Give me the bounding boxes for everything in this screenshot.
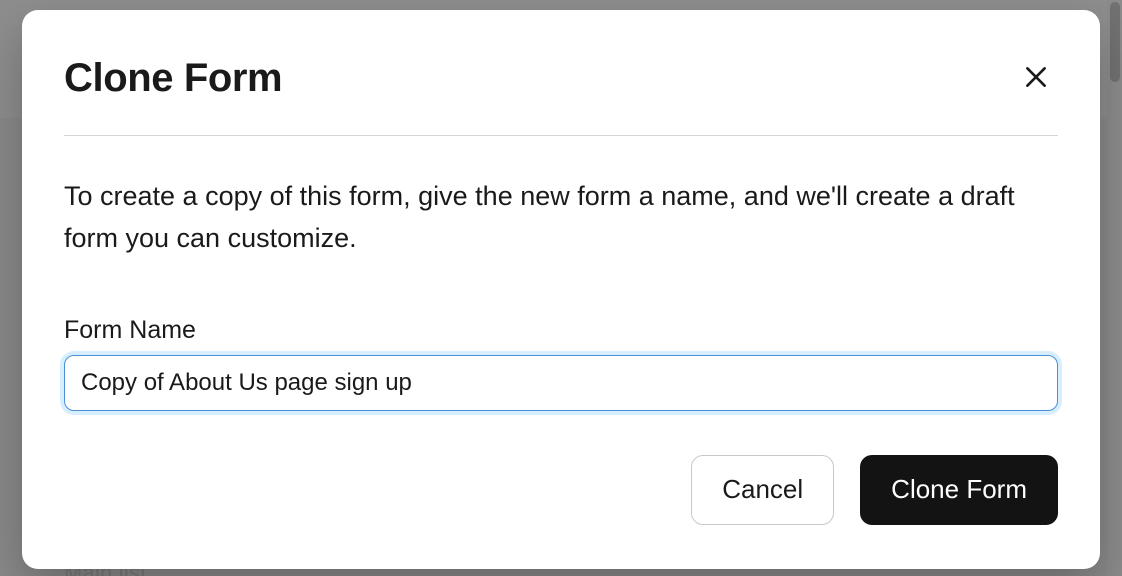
modal-header: Clone Form (64, 56, 1058, 101)
form-name-field-group: Form Name (64, 316, 1058, 411)
close-icon (1023, 64, 1049, 93)
form-name-input[interactable] (64, 355, 1058, 411)
modal-actions: Cancel Clone Form (64, 455, 1058, 525)
modal-description: To create a copy of this form, give the … (64, 176, 1058, 260)
modal-title: Clone Form (64, 56, 282, 101)
clone-form-button[interactable]: Clone Form (860, 455, 1058, 525)
form-name-label: Form Name (64, 316, 1058, 345)
clone-form-modal: Clone Form To create a copy of this form… (22, 10, 1100, 569)
cancel-button[interactable]: Cancel (691, 455, 834, 525)
divider (64, 135, 1058, 136)
close-button[interactable] (1014, 57, 1058, 101)
